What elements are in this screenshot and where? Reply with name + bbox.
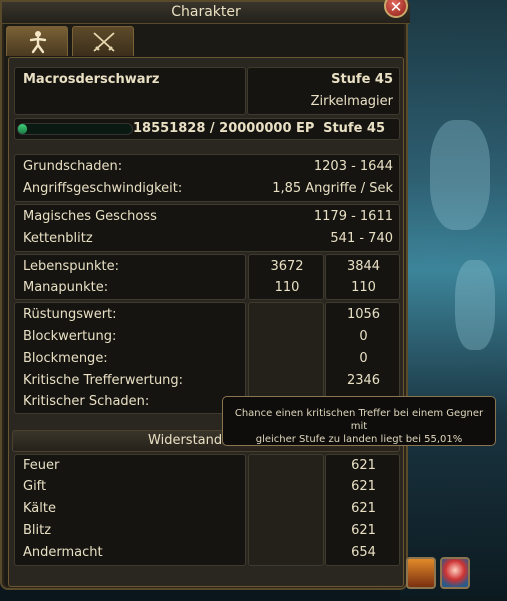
- attack-speed-label: Angriffsgeschwindigkeit:: [23, 181, 183, 196]
- resist-label: Blitz: [23, 523, 52, 538]
- damage-label: Grundschaden:: [23, 159, 123, 174]
- crit-rating-label[interactable]: Kritische Trefferwertung:: [23, 373, 183, 388]
- experience-bar-fill: [18, 124, 28, 134]
- ice-crystal: [455, 260, 495, 350]
- block-amount-value: 0: [359, 351, 368, 366]
- resist-label: Feuer: [23, 458, 60, 473]
- vitals-labels-box: Lebenspunkte: Manapunkte:: [14, 254, 246, 300]
- crit-rating-value: 2346: [346, 373, 381, 388]
- health-max: 3844: [346, 259, 381, 274]
- resist-label: Gift: [23, 479, 47, 494]
- tab-character[interactable]: [6, 26, 68, 56]
- resist-value: 654: [351, 545, 376, 560]
- resist-value: 621: [351, 458, 376, 473]
- inventory-shortcut-icon[interactable]: [406, 557, 436, 589]
- experience-text: 18551828 / 20000000 EP: [133, 121, 315, 136]
- skill-value: 1179 - 1611: [313, 209, 393, 224]
- level-class-box: Stufe 45 Zirkelmagier: [247, 67, 400, 115]
- damage-value: 1203 - 1644: [313, 159, 393, 174]
- skill-value: 541 - 740: [330, 231, 393, 246]
- name-box: Macrosderschwarz: [14, 67, 246, 115]
- resist-labels-box: Feuer Gift Kälte Blitz Andermacht: [14, 454, 246, 566]
- skill-label: Kettenblitz: [23, 231, 93, 246]
- character-level: Stufe 45: [331, 72, 393, 87]
- crossed-swords-icon: [93, 32, 115, 52]
- character-window: Charakter Macrosderschwarz Stufe 45 Zirk…: [0, 0, 410, 590]
- block-rating-label: Blockwertung:: [23, 329, 117, 344]
- experience-box: 18551828 / 20000000 EP Stufe 45: [14, 118, 400, 140]
- skill-label: Magisches Geschoss: [23, 209, 157, 224]
- health-label: Lebenspunkte:: [23, 259, 120, 274]
- person-icon: [29, 31, 47, 54]
- tooltip-line: gleicher Stufe zu landen liegt bei 55,01…: [255, 434, 463, 445]
- mana-current: 110: [274, 280, 300, 295]
- skill-damage-box: Magisches Geschoss 1179 - 1611 Kettenbli…: [14, 204, 400, 252]
- attack-speed-value: 1,85 Angriffe / Sek: [272, 181, 393, 196]
- crit-tooltip: Chance einen kritischen Treffer bei eine…: [222, 396, 496, 446]
- vitals-max-box: 3844 110: [325, 254, 400, 300]
- experience-bar: [17, 123, 133, 135]
- health-current: 3672: [270, 259, 304, 274]
- vitals-current-box: 3672 110: [248, 254, 324, 300]
- window-titlebar[interactable]: Charakter: [2, 2, 410, 24]
- block-rating-value: 0: [359, 329, 368, 344]
- crit-damage-label: Kritischer Schaden:: [23, 394, 150, 409]
- resist-spacer-box: [248, 454, 324, 566]
- armor-label: Rüstungswert:: [23, 307, 117, 322]
- resist-label: Kälte: [23, 501, 56, 516]
- resist-value: 621: [351, 479, 376, 494]
- ice-crystal: [430, 120, 490, 230]
- resist-values-box: 621 621 621 621 654: [325, 454, 400, 566]
- mana-label: Manapunkte:: [23, 280, 109, 295]
- window-title: Charakter: [171, 4, 241, 20]
- block-amount-label: Blockmenge:: [23, 351, 108, 366]
- armor-value: 1056: [346, 307, 381, 322]
- character-class: Zirkelmagier: [310, 94, 393, 109]
- resist-label: Andermacht: [23, 545, 103, 560]
- defense-labels-box: Rüstungswert: Blockwertung: Blockmenge: …: [14, 302, 246, 414]
- close-icon: ✕: [389, 0, 403, 16]
- character-portrait-icon[interactable]: [440, 557, 470, 589]
- tab-combat[interactable]: [72, 26, 134, 56]
- character-name: Macrosderschwarz: [23, 72, 160, 87]
- damage-box: Grundschaden: 1203 - 1644 Angriffsgeschw…: [14, 154, 400, 202]
- experience-level: Stufe 45: [323, 121, 385, 136]
- tooltip-line: Chance einen kritischen Treffer bei eine…: [234, 408, 484, 432]
- resist-value: 621: [351, 523, 376, 538]
- resist-value: 621: [351, 501, 376, 516]
- mana-max: 110: [351, 280, 376, 295]
